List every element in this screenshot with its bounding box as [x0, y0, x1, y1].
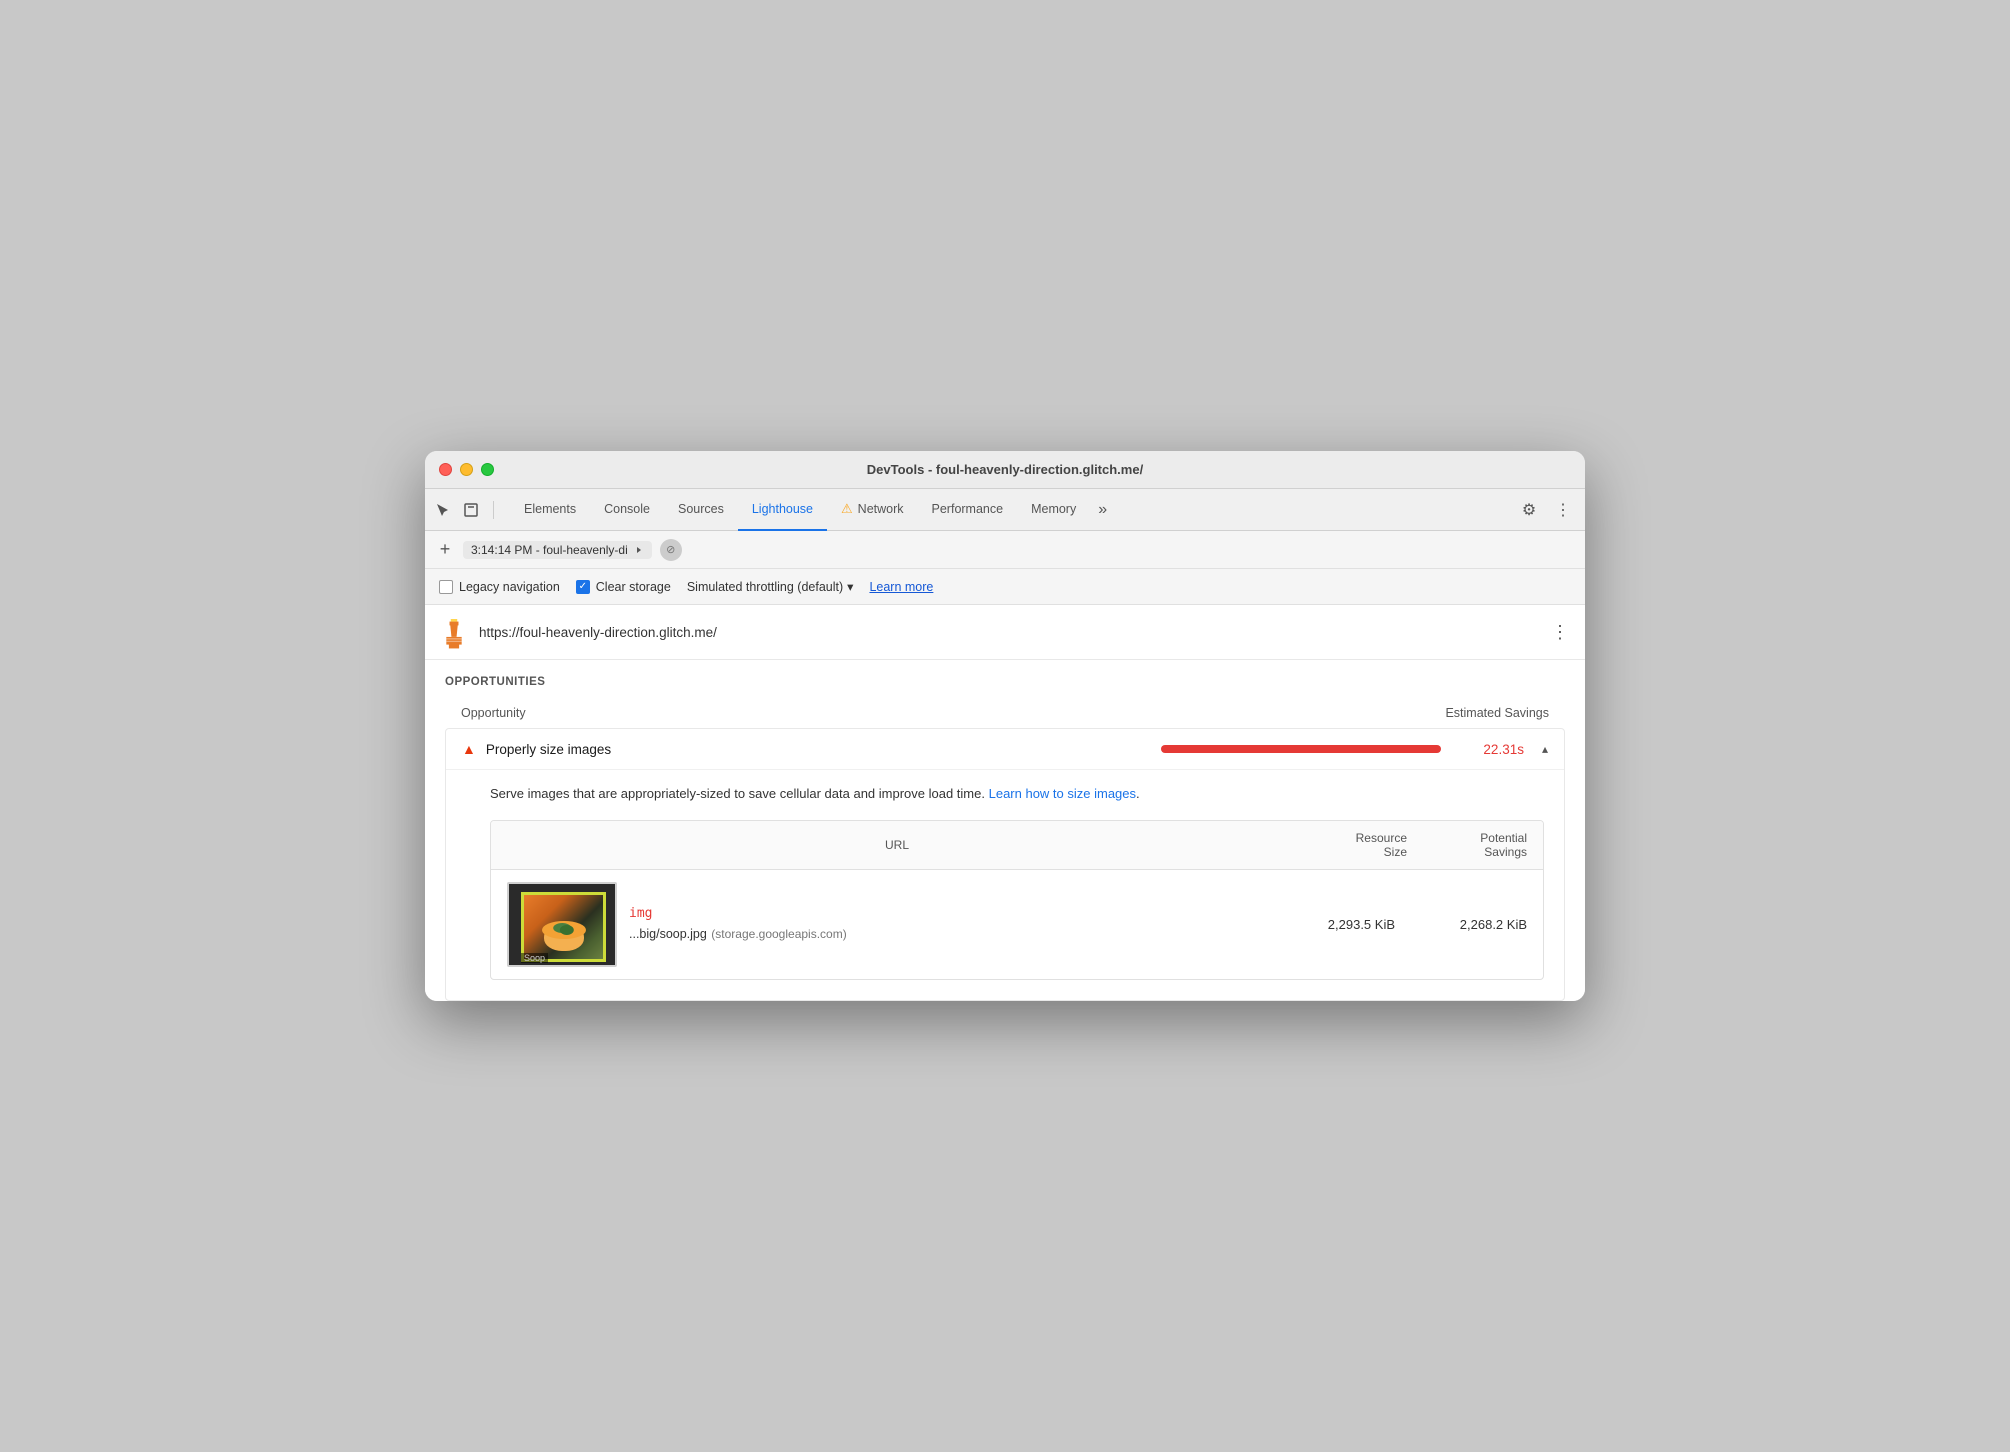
potential-savings-value: 2,268.2 KiB [1407, 917, 1527, 932]
legacy-nav-label: Legacy navigation [459, 580, 560, 594]
col-opportunity-header: Opportunity [461, 706, 1445, 720]
url-domain: (storage.googleapis.com) [711, 927, 846, 941]
image-thumbnail: Soop [507, 882, 617, 967]
location-pill[interactable]: 3:14:14 PM - foul-heavenly-di [463, 541, 652, 559]
tab-bar-actions: ⚙ ⋮ [1515, 496, 1577, 524]
opportunities-table-header: Opportunity Estimated Savings [445, 702, 1565, 724]
detail-col-resource-header: ResourceSize [1287, 831, 1407, 859]
clear-storage-label: Clear storage [596, 580, 671, 594]
audit-detail: Serve images that are appropriately-size… [446, 769, 1564, 1000]
throttling-label: Simulated throttling (default) [687, 580, 843, 594]
url-path: ...big/soop.jpg [629, 927, 707, 941]
audit-description: Serve images that are appropriately-size… [490, 770, 1544, 820]
more-options-button[interactable]: ⋮ [1549, 496, 1577, 524]
site-menu-button[interactable]: ⋮ [1551, 622, 1569, 643]
legacy-nav-checkbox[interactable] [439, 580, 453, 594]
close-button[interactable] [439, 463, 452, 476]
window-title: DevTools - foul-heavenly-direction.glitc… [867, 462, 1143, 477]
thumbnail-label: Soop [521, 953, 548, 963]
inspector-icon[interactable] [461, 500, 481, 520]
opportunities-section: OPPORTUNITIES Opportunity Estimated Savi… [425, 660, 1585, 1001]
audit-bar-container [1161, 745, 1461, 753]
tab-elements[interactable]: Elements [510, 489, 590, 531]
audit-properly-size-images: ▲ Properly size images 22.31s ▴ Serve im… [445, 728, 1565, 1001]
traffic-lights [439, 463, 494, 476]
audit-estimated-savings: 22.31s [1483, 742, 1524, 757]
thumbnail-highlight [521, 892, 606, 962]
legacy-nav-option: Legacy navigation [439, 580, 560, 594]
maximize-button[interactable] [481, 463, 494, 476]
audit-expand-icon[interactable]: ▴ [1542, 742, 1548, 756]
cursor-icon[interactable] [433, 500, 453, 520]
detail-url-info: img ...big/soop.jpg (storage.googleapis.… [629, 906, 1263, 943]
tab-console[interactable]: Console [590, 489, 664, 531]
site-header: https://foul-heavenly-direction.glitch.m… [425, 605, 1585, 660]
tab-separator [493, 501, 494, 519]
detail-col-savings-header: PotentialSavings [1407, 831, 1527, 859]
tab-more-button[interactable]: » [1090, 489, 1115, 531]
audit-header[interactable]: ▲ Properly size images 22.31s ▴ [446, 729, 1564, 769]
tab-performance[interactable]: Performance [918, 489, 1018, 531]
clear-storage-checkbox[interactable] [576, 580, 590, 594]
url-line: ...big/soop.jpg (storage.googleapis.com) [629, 925, 1263, 943]
clear-storage-option: Clear storage [576, 580, 671, 594]
stop-button[interactable]: ⊘ [660, 539, 682, 561]
lighthouse-logo [441, 619, 467, 645]
tab-memory[interactable]: Memory [1017, 489, 1090, 531]
html-tag-label: img [629, 906, 1263, 921]
title-bar: DevTools - foul-heavenly-direction.glitc… [425, 451, 1585, 489]
throttling-select[interactable]: Simulated throttling (default) ▾ [687, 579, 854, 594]
opportunities-title: OPPORTUNITIES [445, 676, 1565, 688]
tab-bar: Elements Console Sources Lighthouse ⚠ Ne… [425, 489, 1585, 531]
site-url: https://foul-heavenly-direction.glitch.m… [479, 625, 1539, 640]
add-tab-button[interactable]: + [435, 540, 455, 560]
audit-warning-icon: ▲ [462, 741, 476, 757]
location-bar: + 3:14:14 PM - foul-heavenly-di ⊘ [425, 531, 1585, 569]
minimize-button[interactable] [460, 463, 473, 476]
warning-icon: ⚠ [841, 501, 853, 517]
main-content: https://foul-heavenly-direction.glitch.m… [425, 605, 1585, 1001]
detail-col-url-header: URL [507, 838, 1287, 852]
table-row: Soop img ...big/soop.jpg (storage.google… [491, 870, 1543, 979]
settings-button[interactable]: ⚙ [1515, 496, 1543, 524]
resource-size-value: 2,293.5 KiB [1275, 917, 1395, 932]
audit-title: Properly size images [486, 742, 1152, 757]
col-savings-header: Estimated Savings [1445, 706, 1549, 720]
tab-lighthouse[interactable]: Lighthouse [738, 489, 827, 531]
learn-more-link[interactable]: Learn more [869, 580, 933, 594]
devtools-window: DevTools - foul-heavenly-direction.glitc… [425, 451, 1585, 1001]
tab-network[interactable]: ⚠ Network [827, 489, 918, 531]
detail-table: URL ResourceSize PotentialSavings [490, 820, 1544, 980]
throttling-chevron-icon: ▾ [847, 579, 853, 594]
tab-sources[interactable]: Sources [664, 489, 738, 531]
timestamp-label: 3:14:14 PM - foul-heavenly-di [471, 543, 628, 557]
options-bar: Legacy navigation Clear storage Simulate… [425, 569, 1585, 605]
audit-savings-bar [1161, 745, 1441, 753]
detail-table-header: URL ResourceSize PotentialSavings [491, 821, 1543, 870]
tab-bar-tools [433, 500, 498, 520]
learn-how-link[interactable]: Learn how to size images [989, 786, 1136, 801]
